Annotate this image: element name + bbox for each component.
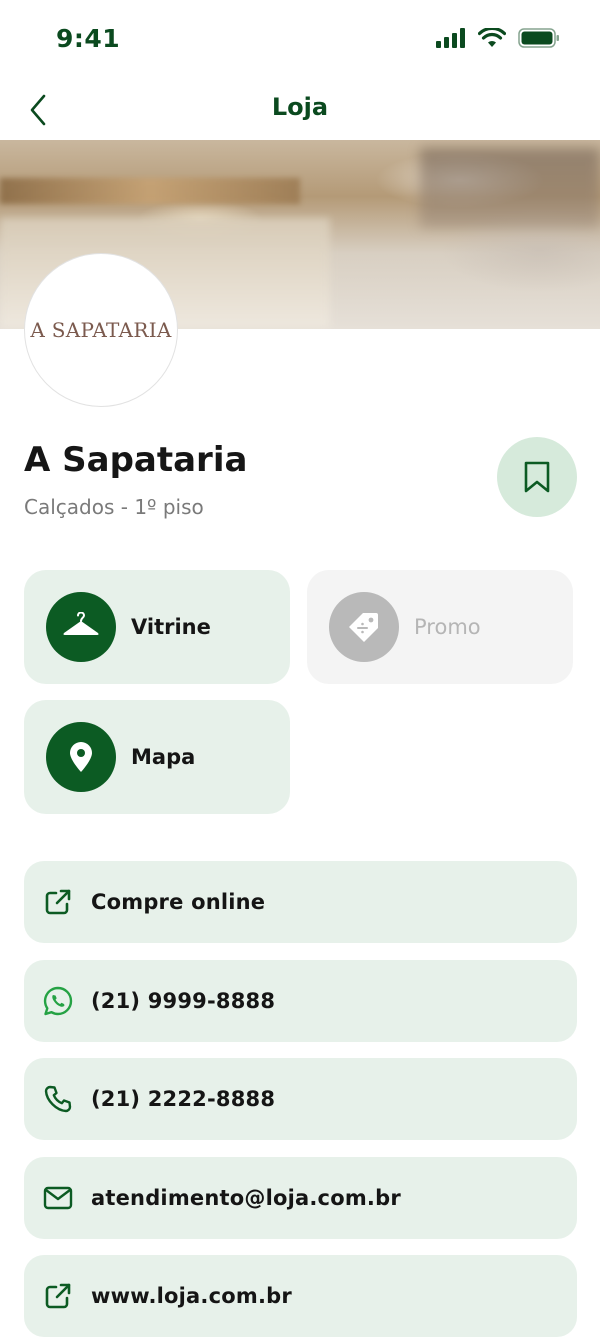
external-link-icon [42, 1280, 74, 1312]
tag-icon [329, 592, 399, 662]
status-time: 9:41 [56, 24, 121, 53]
action-promo-label: Promo [414, 615, 481, 639]
battery-icon [518, 28, 559, 48]
status-icons [436, 28, 560, 48]
link-phone[interactable]: (21) 2222-8888 [24, 1058, 577, 1140]
whatsapp-icon [42, 985, 74, 1017]
mail-icon [42, 1182, 74, 1214]
link-website-label: www.loja.com.br [91, 1284, 292, 1308]
bookmark-button[interactable] [497, 437, 577, 517]
external-link-icon [42, 886, 74, 918]
action-vitrine-label: Vitrine [131, 615, 211, 639]
page-title: Loja [271, 93, 329, 121]
link-whatsapp[interactable]: (21) 9999-8888 [24, 960, 577, 1042]
link-website[interactable]: www.loja.com.br [24, 1255, 577, 1337]
link-buy-online[interactable]: Compre online [24, 861, 577, 943]
wifi-icon [478, 28, 506, 47]
link-email[interactable]: atendimento@loja.com.br [24, 1157, 577, 1239]
store-name: A Sapataria [24, 440, 248, 480]
status-bar: 9:41 [0, 0, 600, 80]
link-buy-online-label: Compre online [91, 890, 266, 914]
action-mapa[interactable]: Mapa [24, 700, 290, 814]
phone-icon [42, 1083, 74, 1115]
action-vitrine[interactable]: Vitrine [24, 570, 290, 684]
store-logo-text: A SAPATARIA [30, 318, 172, 342]
action-promo: Promo [307, 570, 573, 684]
link-whatsapp-label: (21) 9999-8888 [91, 989, 276, 1013]
action-mapa-label: Mapa [131, 745, 196, 769]
nav-bar: Loja [0, 80, 600, 140]
store-logo: A SAPATARIA [24, 253, 178, 407]
store-subtitle: Calçados - 1º piso [24, 495, 204, 519]
map-pin-icon [46, 722, 116, 792]
cover-shelf-blur [0, 178, 300, 204]
hanger-icon [46, 592, 116, 662]
bookmark-icon [524, 461, 550, 493]
link-email-label: atendimento@loja.com.br [91, 1186, 401, 1210]
cover-shop-blur [420, 148, 600, 228]
signal-icon [436, 28, 465, 48]
link-phone-label: (21) 2222-8888 [91, 1087, 276, 1111]
